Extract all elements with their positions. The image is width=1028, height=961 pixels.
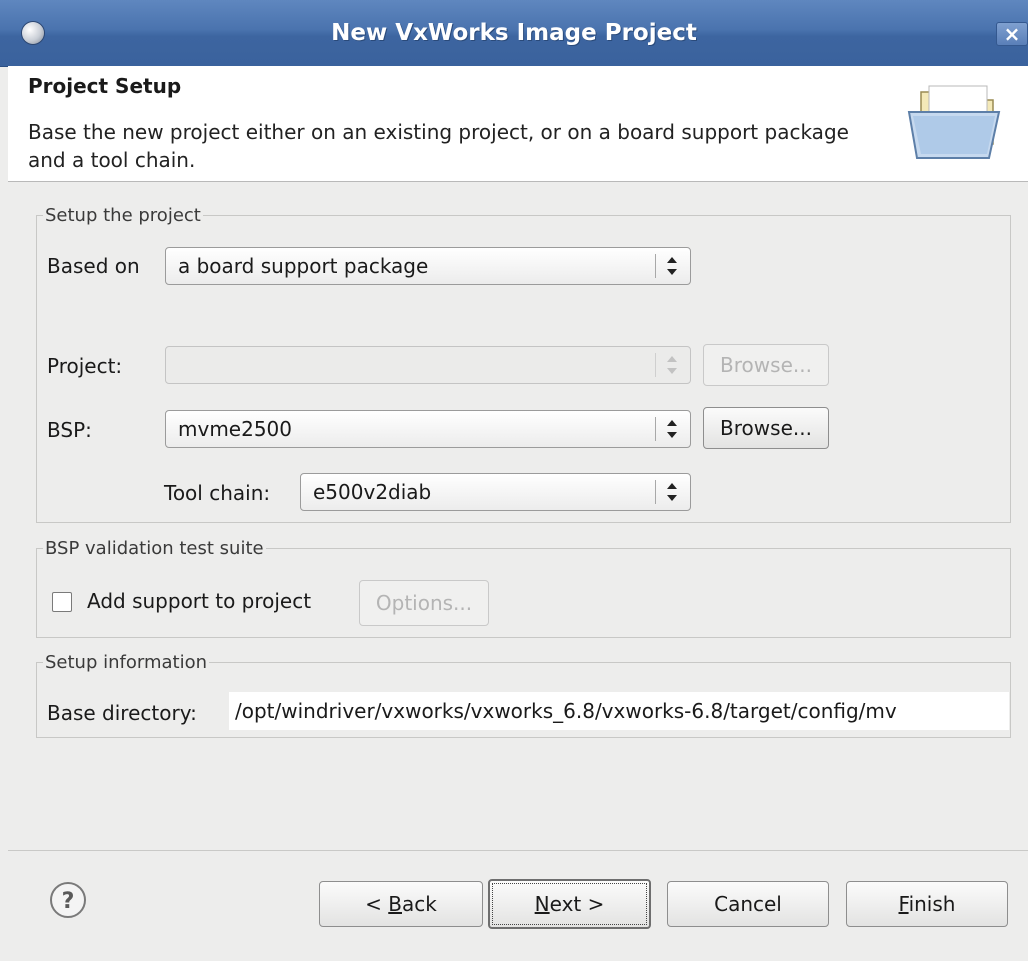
help-icon[interactable]: ? <box>48 880 88 920</box>
toolchain-select[interactable]: e500v2diab <box>300 473 691 511</box>
bsp-label: BSP: <box>47 418 92 442</box>
bsp-select[interactable]: mvme2500 <box>165 410 691 448</box>
base-directory-field[interactable]: /opt/windriver/vxworks/vxworks_6.8/vxwor… <box>229 692 1009 730</box>
close-button[interactable]: × <box>996 22 1028 46</box>
based-on-value: a board support package <box>178 254 429 278</box>
wizard-header: Project Setup Base the new project eithe… <box>8 66 1028 182</box>
bsp-value: mvme2500 <box>178 417 293 441</box>
add-support-checkbox[interactable] <box>52 592 72 612</box>
setup-information-legend: Setup information <box>45 652 207 673</box>
back-button[interactable]: < Back <box>319 881 483 927</box>
options-button[interactable]: Options... <box>359 580 489 626</box>
finish-button[interactable]: Finish <box>846 881 1008 927</box>
base-directory-label: Base directory: <box>47 701 197 725</box>
add-support-label[interactable]: Add support to project <box>87 589 311 613</box>
toolchain-label: Tool chain: <box>164 481 271 505</box>
bsp-browse-button[interactable]: Browse... <box>703 407 829 449</box>
page-description: Base the new project either on an existi… <box>28 120 849 172</box>
setup-project-legend: Setup the project <box>45 205 201 226</box>
project-select[interactable] <box>165 346 691 384</box>
svg-text:?: ? <box>62 889 75 914</box>
based-on-label: Based on <box>47 254 140 278</box>
footer-divider <box>8 850 1028 851</box>
toolchain-value: e500v2diab <box>313 480 432 504</box>
project-label: Project: <box>47 354 123 378</box>
cancel-button[interactable]: Cancel <box>667 881 829 927</box>
updown-arrow-icon <box>667 257 677 275</box>
next-button[interactable]: Next > <box>488 879 651 929</box>
page-title: Project Setup <box>28 74 182 98</box>
window-title: New VxWorks Image Project <box>331 20 697 46</box>
bsp-validation-group: BSP validation test suite <box>36 538 1011 638</box>
updown-arrow-icon <box>667 483 677 501</box>
open-folder-icon <box>907 85 1001 159</box>
title-bar: New VxWorks Image Project × <box>0 0 1028 67</box>
updown-arrow-icon <box>667 356 677 374</box>
updown-arrow-icon <box>667 420 677 438</box>
project-browse-button[interactable]: Browse... <box>703 344 829 386</box>
based-on-select[interactable]: a board support package <box>165 247 691 285</box>
bsp-validation-legend: BSP validation test suite <box>45 538 264 559</box>
